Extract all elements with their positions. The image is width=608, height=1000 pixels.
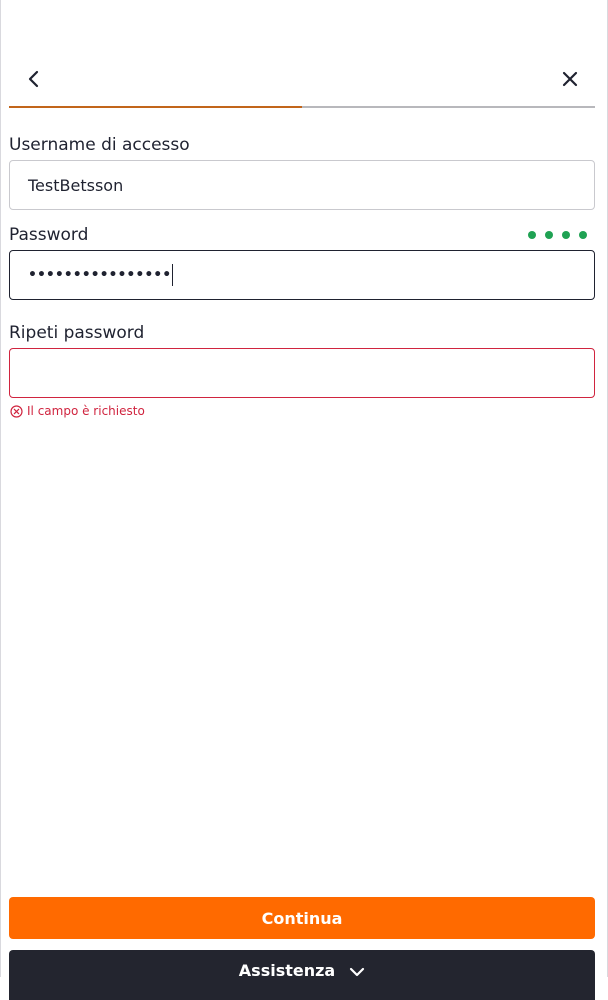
password-field[interactable]: •••••••••••••••• [9,250,595,300]
strength-dot [545,231,553,239]
continue-button[interactable]: Continua [9,897,595,939]
repeat-password-field[interactable] [9,348,595,398]
strength-dot [562,231,570,239]
continue-label: Continua [261,908,343,928]
username-label: Username di accesso [9,135,190,155]
frame-edge [0,0,1,977]
username-value: TestBetsson [28,175,124,195]
chevron-left-icon [28,70,39,88]
assistance-button[interactable]: Assistenza [9,950,595,1000]
username-field[interactable]: TestBetsson [9,160,595,210]
back-button[interactable] [21,66,47,92]
repeat-password-error: Il campo è richiesto [10,404,145,418]
strength-dot [528,231,536,239]
close-icon [562,71,578,87]
progress-bar-fill [9,106,302,108]
text-caret [172,264,174,286]
password-strength-indicator [528,231,587,239]
progress-bar [9,106,595,108]
password-label: Password [9,225,89,245]
repeat-password-label: Ripeti password [9,323,145,343]
close-button[interactable] [557,66,583,92]
strength-dot [579,231,587,239]
password-value: •••••••••••••••• [28,267,172,283]
chevron-down-icon [350,967,365,977]
assistance-label: Assistenza [238,961,336,980]
header [9,58,595,98]
error-circle-icon [10,404,23,418]
error-text: Il campo è richiesto [27,404,145,418]
